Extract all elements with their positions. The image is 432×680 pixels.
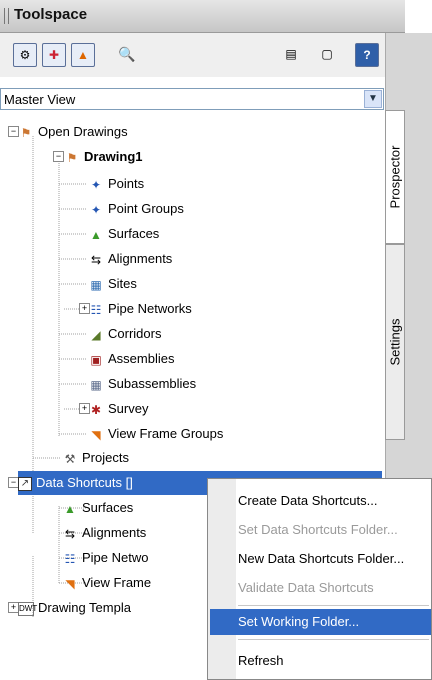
subassemblies-label: Subassemblies: [108, 376, 197, 391]
drawing1-label: Drawing1: [84, 149, 143, 164]
tree-item-corridors[interactable]: ◢ Corridors: [88, 322, 161, 346]
drawing-icon: ⚑: [66, 150, 78, 165]
settings-icon[interactable]: ✚: [42, 43, 66, 67]
projects-label: Projects: [82, 450, 129, 465]
survey-tree-icon: ✱: [90, 402, 102, 417]
tree-item-assemblies[interactable]: ▣ Assemblies: [88, 347, 174, 371]
grip-handle[interactable]: [4, 8, 9, 24]
pipe-networks-icon: ☷: [90, 302, 102, 317]
menu-validate-data-shortcuts: Validate Data Shortcuts: [238, 580, 374, 595]
tab-settings[interactable]: Settings: [385, 244, 405, 440]
corridors-label: Corridors: [108, 326, 162, 341]
tree-item-ds-view-frame[interactable]: ◥ View Frame: [62, 571, 151, 595]
ds-alignments-icon: ⇆: [64, 526, 76, 541]
surfaces-icon: ▲: [90, 227, 102, 242]
tree-item-view-frame-groups[interactable]: ◥ View Frame Groups: [88, 422, 223, 446]
tree-item-ds-surfaces[interactable]: ▲ Surfaces: [62, 496, 133, 520]
dwt-icon: DWT: [18, 601, 37, 616]
assemblies-label: Assemblies: [108, 351, 175, 366]
ds-alignments-label: Alignments: [82, 525, 147, 540]
assemblies-icon: ▣: [90, 352, 102, 367]
tree-item-ds-alignments[interactable]: ⇆ Alignments: [62, 521, 146, 545]
tree-item-pipe-networks[interactable]: ☷ Pipe Networks: [88, 297, 192, 321]
tree-item-subassemblies[interactable]: ▦ Subassemblies: [88, 372, 196, 396]
ds-pipe-networks-label: Pipe Netwo: [82, 550, 149, 565]
tree-item-ds-pipe-networks[interactable]: ☷ Pipe Netwo: [62, 546, 149, 570]
data-shortcuts-icon: ↗: [18, 476, 32, 491]
tree-item-sites[interactable]: ▦ Sites: [88, 272, 137, 296]
collapse-drawing1[interactable]: −: [53, 151, 64, 162]
menu-set-data-shortcuts-folder: Set Data Shortcuts Folder...: [238, 522, 398, 537]
projects-icon: ⚒: [64, 451, 76, 466]
menu-refresh[interactable]: Refresh: [238, 649, 284, 673]
ds-surfaces-icon: ▲: [64, 501, 76, 516]
corridors-icon: ◢: [91, 327, 101, 342]
menu-separator: [238, 605, 429, 606]
tree-item-survey[interactable]: ✱ Survey: [88, 397, 149, 421]
subassemblies-icon: ▦: [90, 377, 102, 392]
ds-pipe-networks-icon: ☷: [64, 551, 76, 566]
tree-item-drawing1[interactable]: ⚑ Drawing1: [64, 145, 143, 169]
survey-label: Survey: [108, 401, 149, 416]
points-icon: ✦: [90, 177, 102, 192]
sites-label: Sites: [108, 276, 137, 291]
view-selector-value: Master View: [4, 92, 76, 107]
sites-icon: ▦: [90, 277, 102, 292]
view-selector[interactable]: Master View ▼: [0, 88, 384, 110]
menu-set-working-folder[interactable]: Set Working Folder...: [238, 610, 359, 634]
tree-item-point-groups[interactable]: ✦ Point Groups: [88, 197, 184, 221]
panel-icon[interactable]: ▤: [282, 45, 300, 63]
search-icon[interactable]: 🔍: [118, 45, 136, 63]
view-frame-groups-icon: ◥: [91, 427, 101, 442]
chevron-down-icon[interactable]: ▼: [364, 90, 382, 108]
points-label: Points: [108, 176, 145, 191]
tree-item-drawing-templates[interactable]: DWTDrawing Templa: [18, 596, 131, 620]
tree-item-surfaces[interactable]: ▲ Surfaces: [88, 222, 159, 246]
toolspace-title: Toolspace: [14, 6, 88, 23]
panel-icon-2[interactable]: ▢: [318, 45, 336, 63]
open-drawings-icon: ⚑: [20, 125, 32, 140]
context-menu: Create Data Shortcuts... Set Data Shortc…: [207, 478, 432, 680]
drawing-templates-label: Drawing Templa: [38, 600, 131, 615]
surfaces-label: Surfaces: [108, 226, 160, 241]
ds-view-frame-icon: ◥: [65, 576, 75, 591]
tab-prospector[interactable]: Prospector: [385, 110, 405, 244]
alignments-icon: ⇆: [90, 252, 102, 267]
data-shortcuts-label: Data Shortcuts []: [36, 475, 133, 490]
menu-create-data-shortcuts[interactable]: Create Data Shortcuts...: [238, 489, 377, 513]
tree-item-points[interactable]: ✦ Points: [88, 172, 144, 196]
menu-separator-2: [238, 639, 429, 640]
ds-view-frame-label: View Frame: [82, 575, 152, 590]
prospector-icon[interactable]: ⚙: [13, 43, 37, 67]
survey-icon[interactable]: ▲: [71, 43, 95, 67]
menu-new-data-shortcuts-folder[interactable]: New Data Shortcuts Folder...: [238, 547, 404, 571]
ds-surfaces-label: Surfaces: [82, 500, 134, 515]
tree-item-open-drawings[interactable]: ⚑ Open Drawings: [18, 120, 128, 144]
toolspace-titlebar[interactable]: Toolspace: [0, 0, 405, 33]
tree-item-projects[interactable]: ⚒ Projects: [62, 446, 129, 470]
tree-item-alignments[interactable]: ⇆ Alignments: [88, 247, 172, 271]
view-frame-groups-label: View Frame Groups: [108, 426, 224, 441]
alignments-label: Alignments: [108, 251, 173, 266]
open-drawings-label: Open Drawings: [38, 124, 128, 139]
point-groups-icon: ✦: [90, 202, 102, 217]
help-icon[interactable]: ?: [355, 43, 379, 67]
tab-settings-label: Settings: [387, 318, 403, 366]
pipe-networks-label: Pipe Networks: [108, 301, 192, 316]
menu-gutter: [208, 479, 236, 679]
tab-prospector-label: Prospector: [387, 145, 403, 209]
point-groups-label: Point Groups: [108, 201, 184, 216]
toolspace-toolbar: ⚙ ✚ ▲ 🔍 ▤ ▢ ?: [0, 33, 385, 77]
